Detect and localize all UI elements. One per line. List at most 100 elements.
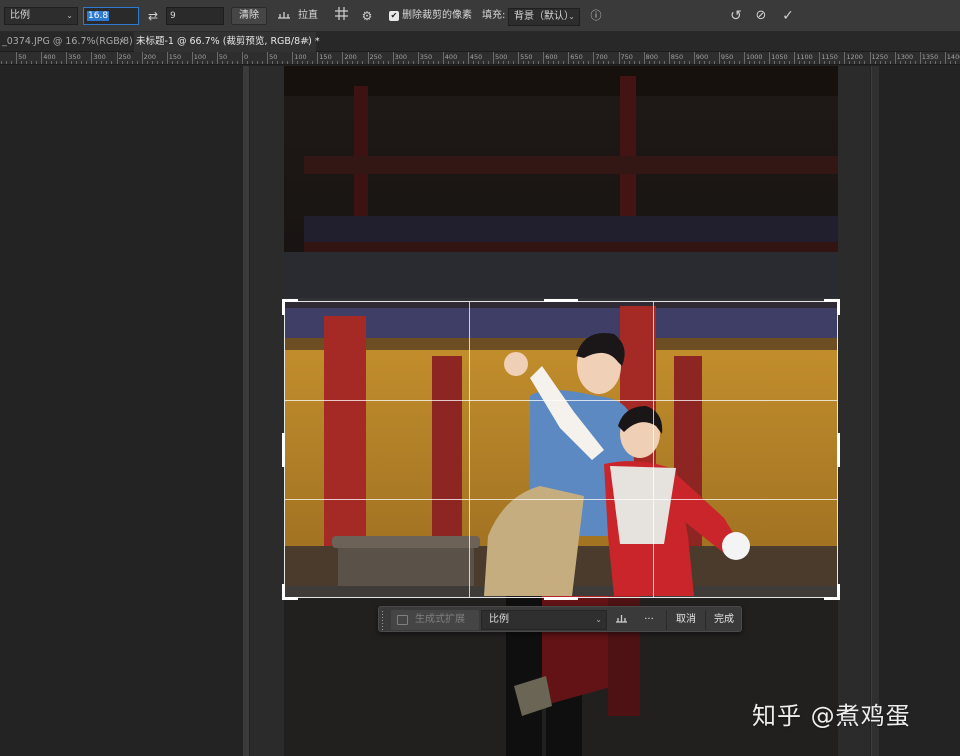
crop-handle-top-right[interactable] — [824, 299, 840, 315]
ruler-tick — [794, 52, 796, 64]
fill-select[interactable]: 背景（默认） ⌄ — [508, 8, 580, 26]
crop-box[interactable] — [282, 299, 840, 600]
ruler-minor-tick — [21, 61, 23, 64]
ruler-tick — [919, 52, 921, 64]
tab-photo[interactable]: _0374.JPG @ 16.7%(RGB/8) * × — [0, 32, 140, 52]
ruler-minor-tick — [36, 61, 38, 64]
ruler-minor-tick — [884, 61, 886, 64]
ruler-label: 700 — [595, 53, 608, 61]
ruler-minor-tick — [71, 61, 73, 64]
ruler-label: 1200 — [846, 53, 863, 61]
ruler-minor-tick — [262, 61, 264, 64]
close-icon[interactable]: × — [118, 32, 126, 52]
ruler-tick — [944, 52, 946, 64]
ruler-minor-tick — [678, 61, 680, 64]
crop-handle-right[interactable] — [837, 433, 840, 467]
cancel-button[interactable]: 取消 — [669, 610, 703, 630]
ruler-minor-tick — [31, 61, 33, 64]
commit-crop-icon[interactable]: ✓ — [778, 7, 798, 25]
ruler-minor-tick — [126, 61, 128, 64]
clear-button[interactable]: 清除 — [231, 7, 267, 25]
more-options-button[interactable]: ··· — [637, 610, 661, 630]
ruler-minor-tick — [131, 61, 133, 64]
ruler-minor-tick — [487, 61, 489, 64]
ruler-minor-tick — [432, 61, 434, 64]
delete-cropped-label: 删除裁剪的像素 — [402, 10, 472, 21]
ruler-minor-tick — [653, 61, 655, 64]
ruler-minor-tick — [221, 61, 223, 64]
ruler-minor-tick — [939, 61, 941, 64]
options-bar: 比例 ⌄ 16.8 ⇄ 9 清除 拉直 ⚙ ✔ 删除裁剪的像素 填充: 背景（默… — [0, 0, 960, 32]
fill-label: 填充: — [482, 10, 506, 21]
ruler-minor-tick — [859, 61, 861, 64]
tab-untitled[interactable]: 未标题-1 @ 66.7% (裁剪预览, RGB/8#) * × — [134, 32, 320, 52]
ruler-minor-tick — [186, 61, 188, 64]
ruler-label: 600 — [545, 53, 558, 61]
cancel-crop-icon[interactable]: ⊘ — [752, 7, 770, 25]
ruler-minor-tick — [563, 61, 565, 64]
divider — [705, 610, 706, 630]
ratio-select[interactable]: 比例 ⌄ — [481, 610, 607, 630]
width-value: 16.8 — [87, 11, 110, 21]
ruler-minor-tick — [934, 61, 936, 64]
reset-icon[interactable]: ↺ — [727, 7, 745, 25]
ruler-minor-tick — [839, 61, 841, 64]
ruler-tick — [191, 52, 193, 64]
crop-handle-bottom-left[interactable] — [282, 584, 298, 600]
crop-handle-bottom-right[interactable] — [824, 584, 840, 600]
crop-handle-bottom[interactable] — [544, 597, 578, 600]
info-icon[interactable]: ⓘ — [588, 7, 604, 25]
ruler-minor-tick — [121, 61, 123, 64]
ruler-tick — [292, 52, 294, 64]
ruler-minor-tick — [638, 61, 640, 64]
ruler-tick — [41, 52, 43, 64]
ruler-minor-tick — [623, 61, 625, 64]
straighten-icon[interactable] — [275, 7, 293, 25]
gear-icon[interactable]: ⚙ — [358, 7, 376, 25]
generative-expand-button[interactable]: 生成式扩展 — [391, 610, 479, 630]
crop-handle-top[interactable] — [544, 299, 578, 302]
ruler-minor-tick — [603, 61, 605, 64]
ruler-minor-tick — [96, 61, 98, 64]
done-button[interactable]: 完成 — [707, 610, 741, 630]
ruler-minor-tick — [106, 61, 108, 64]
ruler-minor-tick — [297, 61, 299, 64]
vertical-scrollbar[interactable] — [871, 66, 879, 756]
chevron-down-icon: ⌄ — [568, 12, 575, 21]
ruler-label: 1300 — [896, 53, 914, 61]
width-input[interactable]: 16.8 — [83, 7, 139, 25]
ruler-minor-tick — [789, 61, 791, 64]
ruler-minor-tick — [257, 61, 259, 64]
ruler-minor-tick — [402, 61, 404, 64]
panel-divider[interactable] — [243, 66, 249, 756]
ruler-label: 1250 — [871, 53, 889, 61]
straighten-label[interactable]: 拉直 — [298, 7, 318, 25]
ratio-preset-select[interactable]: 比例 ⌄ — [4, 7, 78, 25]
ruler-minor-tick — [578, 61, 580, 64]
ruler-minor-tick — [583, 61, 585, 64]
ruler-label: 300 — [394, 53, 408, 61]
ruler-minor-tick — [834, 61, 836, 64]
ruler-minor-tick — [754, 61, 756, 64]
delete-cropped-checkbox[interactable]: ✔ — [389, 11, 399, 21]
ruler-minor-tick — [909, 61, 911, 64]
swap-icon[interactable]: ⇄ — [144, 7, 162, 25]
ruler-tick — [66, 52, 68, 64]
height-input[interactable]: 9 — [166, 7, 224, 25]
ruler-minor-tick — [56, 61, 58, 64]
crop-handle-left[interactable] — [282, 433, 285, 467]
chevron-down-icon: ⌄ — [595, 615, 602, 624]
ruler-tick — [543, 52, 545, 64]
ruler-label: 250 — [369, 53, 382, 61]
ruler-minor-tick — [683, 61, 685, 64]
ruler-minor-tick — [779, 61, 781, 64]
close-icon[interactable]: × — [302, 32, 310, 52]
crop-handle-top-left[interactable] — [282, 299, 298, 315]
ruler-minor-tick — [247, 61, 249, 64]
overlay-grid-icon[interactable] — [332, 7, 350, 25]
ruler-label: 1000 — [746, 53, 763, 61]
ruler-minor-tick — [387, 61, 389, 64]
ruler-minor-tick — [558, 61, 560, 64]
straighten-icon[interactable] — [609, 610, 633, 630]
drag-handle[interactable] — [381, 610, 384, 630]
